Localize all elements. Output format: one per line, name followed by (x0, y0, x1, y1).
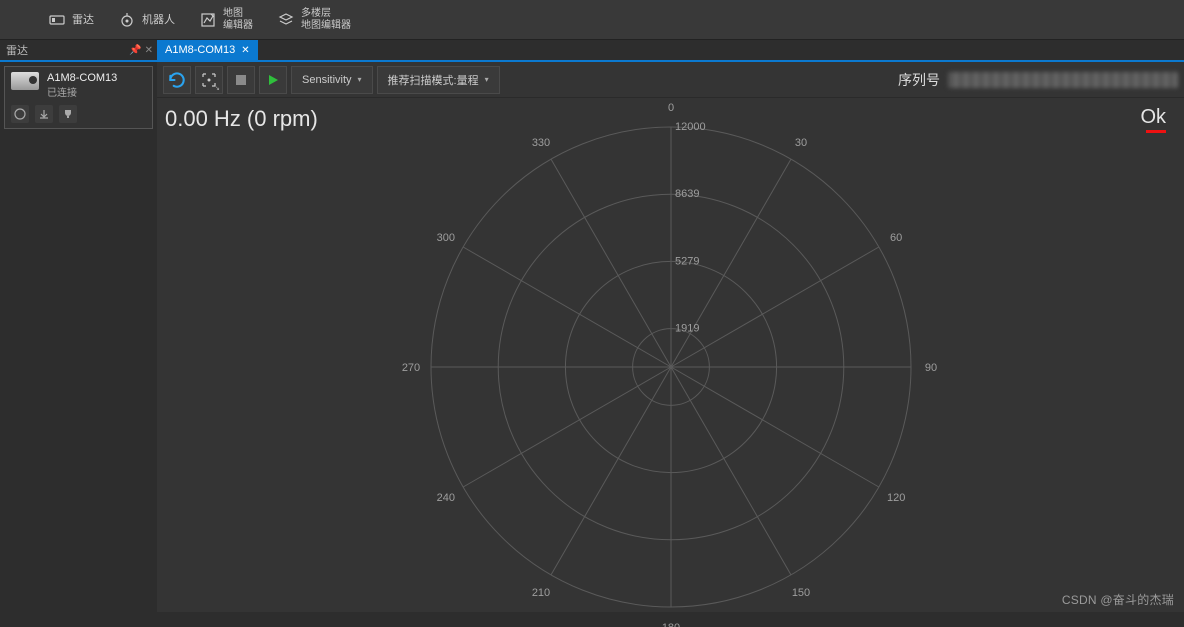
device-trophy-button[interactable] (59, 105, 77, 123)
map-icon (199, 11, 217, 29)
scan-mode-label: 推荐扫描模式:量程 (388, 72, 479, 88)
menu-map-editor[interactable]: 地图 编辑器 (189, 4, 263, 35)
svg-text:120: 120 (886, 492, 904, 504)
svg-text:300: 300 (436, 232, 454, 244)
panel-pin-close[interactable]: 📌 ✕ (129, 45, 153, 56)
content: ↘ Sensitivity ▾ 推荐扫描模式:量程 ▾ 序列号 0.00 Hz … (157, 62, 1184, 612)
menubar: 雷达 机器人 地图 编辑器 多楼层 地图编辑器 (0, 0, 1184, 40)
app-icon-spacer (8, 0, 34, 39)
svg-text:12000: 12000 (675, 121, 706, 133)
watermark: CSDN @奋斗的杰瑞 (1062, 591, 1174, 608)
layers-icon (277, 11, 295, 29)
robot-icon (118, 11, 136, 29)
svg-text:90: 90 (924, 362, 936, 374)
device-thumbnail (11, 72, 39, 90)
document-tab[interactable]: A1M8-COM13 ✕ (157, 40, 258, 60)
menu-radar-label: 雷达 (72, 14, 94, 26)
svg-text:180: 180 (661, 622, 679, 627)
panel-title-bar: 雷达 📌 ✕ (0, 42, 157, 58)
sidebar: A1M8-COM13 已连接 (0, 62, 157, 612)
svg-text:330: 330 (531, 137, 549, 149)
radar-icon (48, 11, 66, 29)
chevron-down-icon: ▾ (358, 75, 362, 84)
menu-multifloor-editor-label: 多楼层 地图编辑器 (301, 8, 351, 31)
device-state: 已连接 (47, 84, 117, 99)
svg-text:1919: 1919 (675, 323, 699, 335)
svg-text:5279: 5279 (675, 255, 699, 267)
main: A1M8-COM13 已连接 (0, 60, 1184, 612)
svg-text:240: 240 (436, 492, 454, 504)
refresh-button[interactable] (163, 66, 191, 94)
menu-robot-label: 机器人 (142, 14, 175, 26)
serial-value-redacted (948, 72, 1178, 88)
tab-close-icon[interactable]: ✕ (241, 45, 249, 56)
device-download-button[interactable] (35, 105, 53, 123)
device-card[interactable]: A1M8-COM13 已连接 (4, 66, 153, 129)
menu-robot[interactable]: 机器人 (108, 7, 185, 33)
focus-center-button[interactable]: ↘ (195, 66, 223, 94)
svg-text:0: 0 (667, 102, 673, 114)
svg-text:210: 210 (531, 587, 549, 599)
polar-plot[interactable]: 0306090120150180210240270300330191952798… (157, 102, 1184, 612)
svg-text:30: 30 (794, 137, 806, 149)
svg-text:270: 270 (401, 362, 419, 374)
panel-title: 雷达 (6, 42, 28, 58)
play-button[interactable] (259, 66, 287, 94)
menu-map-editor-label: 地图 编辑器 (223, 8, 253, 31)
chevron-down-icon: ▾ (485, 75, 489, 84)
svg-text:8639: 8639 (675, 188, 699, 200)
svg-text:60: 60 (890, 232, 902, 244)
menu-radar[interactable]: 雷达 (38, 7, 104, 33)
device-settings-button[interactable] (11, 105, 29, 123)
tab-label: A1M8-COM13 (165, 44, 235, 56)
subbar: 雷达 📌 ✕ A1M8-COM13 ✕ (0, 40, 1184, 60)
svg-text:150: 150 (791, 587, 809, 599)
stop-button[interactable] (227, 66, 255, 94)
sensitivity-label: Sensitivity (302, 74, 352, 86)
menu-multifloor-editor[interactable]: 多楼层 地图编辑器 (267, 4, 361, 35)
device-name: A1M8-COM13 (47, 72, 117, 84)
